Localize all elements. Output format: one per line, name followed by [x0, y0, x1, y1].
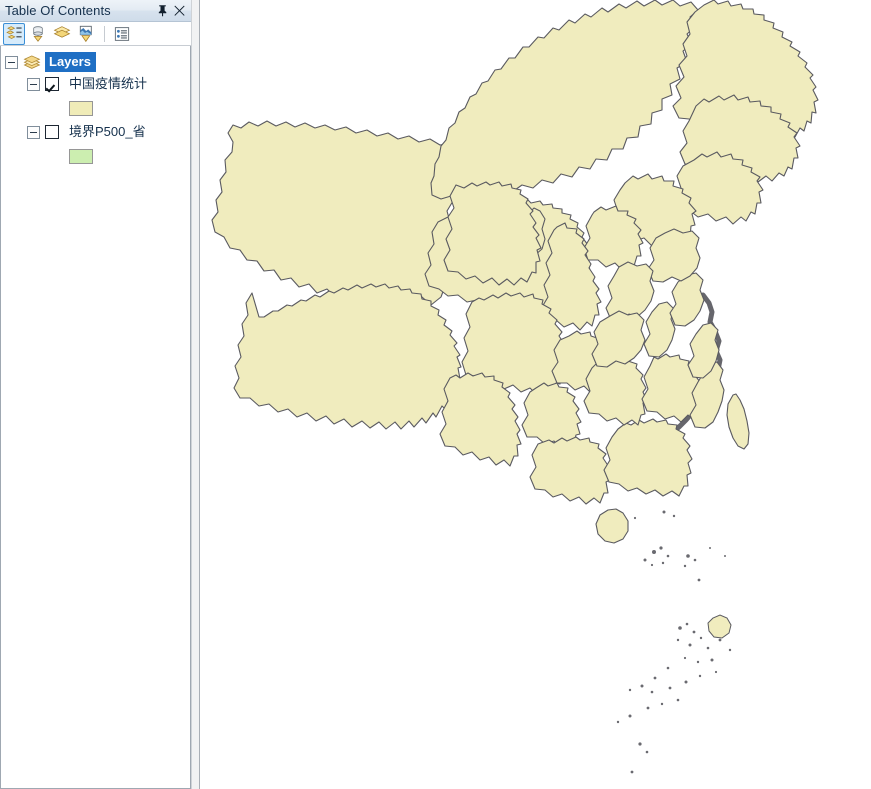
tree-node-layers-label: Layers	[45, 52, 96, 72]
map-view[interactable]	[200, 0, 871, 789]
tree-node-layer-0-label: 中国疫情统计	[69, 76, 148, 91]
tree-node-layer-0[interactable]: 中国疫情统计	[1, 73, 190, 95]
list-by-selection-button[interactable]	[75, 23, 97, 45]
toc-toolbar	[0, 22, 191, 46]
list-by-drawing-order-button[interactable]	[3, 22, 25, 45]
list-by-visibility-icon	[53, 25, 71, 43]
tree-node-layers[interactable]: Layers	[1, 51, 190, 73]
layer-1-symbol-row[interactable]	[1, 143, 190, 169]
close-button[interactable]	[171, 2, 188, 20]
table-of-contents-panel: Table Of Contents Layers 中国疫情统计 境界P500_省	[0, 0, 191, 789]
options-button[interactable]	[111, 23, 133, 45]
layers-stack-icon	[23, 54, 41, 70]
symbol-swatch[interactable]	[69, 100, 93, 116]
list-by-selection-icon	[77, 25, 95, 43]
panel-splitter[interactable]	[191, 0, 200, 789]
province-gansu	[443, 181, 542, 286]
auto-hide-pin-button[interactable]	[154, 2, 171, 20]
symbol-swatch[interactable]	[69, 148, 93, 164]
list-by-source-button[interactable]	[27, 23, 49, 45]
tree-node-layer-1[interactable]: 境界P500_省	[1, 121, 190, 143]
panel-title: Table Of Contents	[5, 2, 111, 18]
toc-tree[interactable]: Layers 中国疫情统计 境界P500_省	[0, 46, 191, 788]
tree-node-layer-1-label: 境界P500_省	[69, 124, 146, 139]
expander-collapse-icon[interactable]	[27, 77, 40, 91]
expander-collapse-icon[interactable]	[27, 125, 40, 139]
china-map[interactable]	[200, 0, 871, 789]
layer-visibility-checkbox[interactable]	[45, 125, 59, 139]
list-by-drawing-order-icon	[5, 25, 23, 43]
arcmap-window: Table Of Contents Layers 中国疫情统计 境界P500_省	[0, 0, 871, 789]
list-by-source-icon	[29, 25, 47, 43]
china-geometry	[211, 0, 819, 774]
island-dongsha	[707, 614, 732, 639]
toolbar-separator	[104, 25, 105, 42]
layer-0-symbol-row[interactable]	[1, 95, 190, 121]
options-icon	[113, 25, 131, 43]
toc-titlebar: Table Of Contents	[0, 0, 191, 22]
list-by-visibility-button[interactable]	[51, 23, 73, 45]
layer-visibility-checkbox[interactable]	[45, 77, 59, 91]
expander-collapse-icon[interactable]	[5, 55, 18, 69]
